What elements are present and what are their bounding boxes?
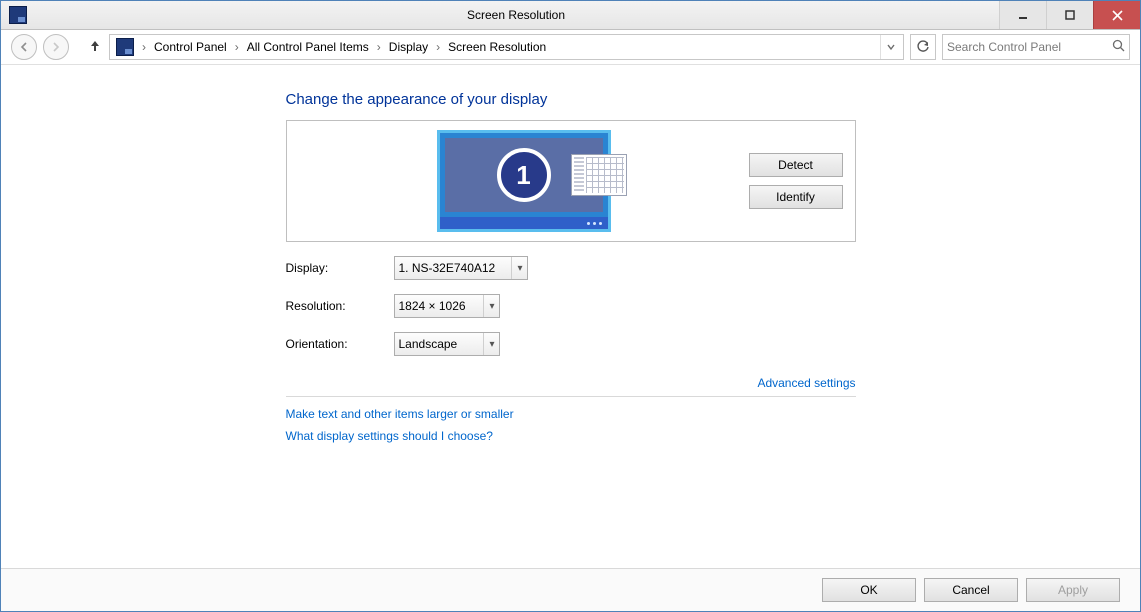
content-area: Change the appearance of your display 1 bbox=[1, 65, 1140, 568]
close-icon bbox=[1112, 10, 1123, 21]
refresh-button[interactable] bbox=[910, 34, 936, 60]
window-controls bbox=[999, 1, 1140, 29]
display-label: Display: bbox=[286, 261, 394, 275]
breadcrumb-item[interactable]: Control Panel bbox=[150, 40, 231, 54]
ok-button[interactable]: OK bbox=[822, 578, 916, 602]
identify-button[interactable]: Identify bbox=[749, 185, 843, 209]
breadcrumb-item[interactable]: All Control Panel Items bbox=[243, 40, 373, 54]
breadcrumb-dropdown[interactable] bbox=[880, 35, 901, 59]
advanced-row: Advanced settings bbox=[286, 376, 856, 390]
resolution-value: 1824 × 1026 bbox=[399, 299, 484, 313]
apply-button[interactable]: Apply bbox=[1026, 578, 1120, 602]
chevron-right-icon[interactable]: › bbox=[375, 40, 383, 54]
breadcrumb-item[interactable]: Display bbox=[385, 40, 432, 54]
chevron-down-icon: ▾ bbox=[511, 257, 522, 279]
page-heading: Change the appearance of your display bbox=[286, 91, 856, 108]
monitor-number-badge: 1 bbox=[497, 148, 551, 202]
search-box[interactable]: Search Control Panel bbox=[942, 34, 1130, 60]
chevron-right-icon[interactable]: › bbox=[233, 40, 241, 54]
text-size-link[interactable]: Make text and other items larger or smal… bbox=[286, 407, 856, 421]
minimize-icon bbox=[1018, 10, 1028, 20]
up-button[interactable] bbox=[87, 39, 103, 56]
monitor-side-buttons: Detect Identify bbox=[749, 153, 843, 209]
orientation-row: Orientation: Landscape ▾ bbox=[286, 332, 856, 356]
detect-button[interactable]: Detect bbox=[749, 153, 843, 177]
search-icon bbox=[1112, 39, 1125, 55]
back-arrow-icon bbox=[18, 41, 30, 53]
app-icon bbox=[9, 6, 27, 24]
display-value: 1. NS-32E740A12 bbox=[399, 261, 512, 275]
chevron-down-icon: ▾ bbox=[483, 333, 494, 355]
search-placeholder: Search Control Panel bbox=[947, 40, 1112, 54]
monitor-taskbar bbox=[440, 217, 608, 229]
forward-button[interactable] bbox=[43, 34, 69, 60]
chevron-right-icon[interactable]: › bbox=[434, 40, 442, 54]
window-title: Screen Resolution bbox=[33, 8, 999, 22]
chevron-down-icon bbox=[887, 43, 895, 51]
maximize-button[interactable] bbox=[1046, 1, 1093, 29]
resolution-row: Resolution: 1824 × 1026 ▾ bbox=[286, 294, 856, 318]
monitor-thumbnail[interactable]: 1 bbox=[437, 130, 611, 232]
settings-panel: Change the appearance of your display 1 bbox=[286, 91, 856, 443]
resolution-select[interactable]: 1824 × 1026 ▾ bbox=[394, 294, 500, 318]
help-link[interactable]: What display settings should I choose? bbox=[286, 429, 856, 443]
nav-row: › Control Panel › All Control Panel Item… bbox=[1, 30, 1140, 65]
refresh-icon bbox=[916, 40, 930, 54]
resolution-label: Resolution: bbox=[286, 299, 394, 313]
orientation-label: Orientation: bbox=[286, 337, 394, 351]
breadcrumb-bar[interactable]: › Control Panel › All Control Panel Item… bbox=[109, 34, 904, 60]
orientation-select[interactable]: Landscape ▾ bbox=[394, 332, 500, 356]
chevron-right-icon[interactable]: › bbox=[140, 40, 148, 54]
up-arrow-icon bbox=[89, 39, 101, 53]
minimize-button[interactable] bbox=[999, 1, 1046, 29]
monitor-screen: 1 bbox=[445, 138, 603, 212]
monitor-area: 1 bbox=[299, 130, 749, 232]
cancel-button[interactable]: Cancel bbox=[924, 578, 1018, 602]
window: Screen Resolution › Control Pan bbox=[0, 0, 1141, 612]
display-select[interactable]: 1. NS-32E740A12 ▾ bbox=[394, 256, 528, 280]
bottom-bar: OK Cancel Apply bbox=[1, 568, 1140, 611]
breadcrumb-item[interactable]: Screen Resolution bbox=[444, 40, 550, 54]
help-links: Make text and other items larger or smal… bbox=[286, 407, 856, 443]
divider bbox=[286, 396, 856, 397]
advanced-settings-link[interactable]: Advanced settings bbox=[757, 376, 855, 390]
control-panel-icon bbox=[116, 38, 134, 56]
display-row: Display: 1. NS-32E740A12 ▾ bbox=[286, 256, 856, 280]
window-preview-icon bbox=[571, 154, 627, 196]
back-button[interactable] bbox=[11, 34, 37, 60]
maximize-icon bbox=[1065, 10, 1075, 20]
titlebar: Screen Resolution bbox=[1, 1, 1140, 30]
chevron-down-icon: ▾ bbox=[483, 295, 494, 317]
monitor-box: 1 Detect Identify bbox=[286, 120, 856, 242]
close-button[interactable] bbox=[1093, 1, 1140, 29]
forward-arrow-icon bbox=[50, 41, 62, 53]
orientation-value: Landscape bbox=[399, 337, 484, 351]
